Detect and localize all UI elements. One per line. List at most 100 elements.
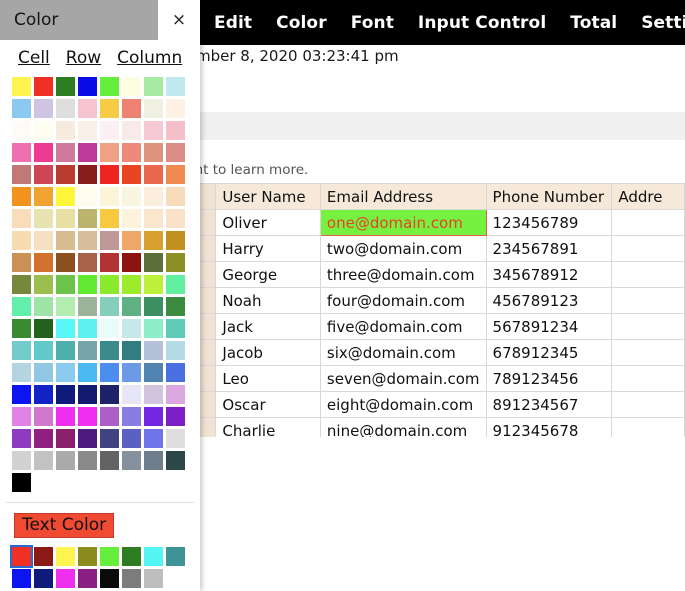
fill-swatch-95[interactable] — [166, 319, 185, 338]
table-cell[interactable]: George — [215, 261, 321, 288]
text-swatch-10[interactable] — [56, 569, 75, 588]
fill-swatch-139[interactable] — [78, 451, 97, 470]
fill-swatch-97[interactable] — [34, 341, 53, 360]
fill-swatch-1[interactable] — [34, 77, 53, 96]
fill-swatch-131[interactable] — [78, 429, 97, 448]
fill-swatch-96[interactable] — [12, 341, 31, 360]
fill-swatch-12[interactable] — [100, 99, 119, 118]
table-cell[interactable]: nine@domain.com — [319, 417, 487, 437]
fill-swatch-93[interactable] — [122, 319, 141, 338]
fill-swatch-127[interactable] — [166, 407, 185, 426]
fill-swatch-6[interactable] — [144, 77, 163, 96]
fill-swatch-120[interactable] — [12, 407, 31, 426]
fill-swatch-63[interactable] — [166, 231, 185, 250]
fill-swatch-117[interactable] — [122, 385, 141, 404]
panel-title-region[interactable]: Color — [0, 0, 158, 40]
text-swatch-0[interactable] — [10, 545, 33, 568]
fill-swatch-7[interactable] — [166, 77, 185, 96]
fill-swatch-101[interactable] — [122, 341, 141, 360]
fill-swatch-42[interactable] — [56, 187, 75, 206]
fill-swatch-66[interactable] — [56, 253, 75, 272]
fill-swatch-100[interactable] — [100, 341, 119, 360]
close-icon[interactable]: × — [158, 0, 200, 40]
fill-swatch-9[interactable] — [34, 99, 53, 118]
fill-swatch-119[interactable] — [166, 385, 185, 404]
fill-swatch-116[interactable] — [100, 385, 119, 404]
text-swatch-14[interactable] — [144, 569, 163, 588]
fill-swatch-43[interactable] — [78, 187, 97, 206]
text-swatch-3[interactable] — [78, 547, 97, 566]
fill-swatch-84[interactable] — [100, 297, 119, 316]
fill-swatch-129[interactable] — [34, 429, 53, 448]
fill-swatch-86[interactable] — [144, 297, 163, 316]
fill-swatch-21[interactable] — [122, 121, 141, 140]
text-swatch-11[interactable] — [78, 569, 97, 588]
fill-swatch-32[interactable] — [12, 165, 31, 184]
fill-swatch-38[interactable] — [144, 165, 163, 184]
table-cell[interactable] — [611, 365, 685, 392]
table-cell[interactable]: Jack — [215, 313, 321, 340]
fill-swatch-108[interactable] — [100, 363, 119, 382]
menu-item-edit[interactable]: Edit — [214, 13, 252, 33]
table-cell[interactable]: eight@domain.com — [319, 391, 487, 418]
fill-swatch-52[interactable] — [100, 209, 119, 228]
fill-swatch-24[interactable] — [12, 143, 31, 162]
fill-swatch-37[interactable] — [122, 165, 141, 184]
fill-swatch-8[interactable] — [12, 99, 31, 118]
table-cell[interactable]: seven@domain.com — [319, 365, 487, 392]
table-cell[interactable] — [611, 235, 685, 262]
fill-swatch-133[interactable] — [122, 429, 141, 448]
column-header-email-address[interactable]: Email Address — [319, 183, 487, 210]
fill-swatch-110[interactable] — [144, 363, 163, 382]
fill-swatch-92[interactable] — [100, 319, 119, 338]
fill-swatch-44[interactable] — [100, 187, 119, 206]
fill-swatch-64[interactable] — [12, 253, 31, 272]
fill-swatch-4[interactable] — [100, 77, 119, 96]
fill-swatch-78[interactable] — [144, 275, 163, 294]
fill-swatch-3[interactable] — [78, 77, 97, 96]
fill-swatch-39[interactable] — [166, 165, 185, 184]
fill-swatch-13[interactable] — [122, 99, 141, 118]
fill-swatch-60[interactable] — [100, 231, 119, 250]
table-cell[interactable]: Noah — [215, 287, 321, 314]
menu-item-input-control[interactable]: Input Control — [418, 13, 546, 33]
fill-swatch-144[interactable] — [12, 473, 31, 492]
table-cell[interactable]: 456789123 — [485, 287, 613, 314]
fill-swatch-17[interactable] — [34, 121, 53, 140]
fill-swatch-112[interactable] — [12, 385, 31, 404]
table-cell[interactable]: Leo — [215, 365, 321, 392]
fill-swatch-143[interactable] — [166, 451, 185, 470]
fill-swatch-27[interactable] — [78, 143, 97, 162]
fill-swatch-126[interactable] — [144, 407, 163, 426]
menu-item-settings[interactable]: Settings — [641, 13, 685, 33]
table-cell[interactable]: five@domain.com — [319, 313, 487, 340]
fill-swatch-5[interactable] — [122, 77, 141, 96]
table-cell[interactable]: 891234567 — [485, 391, 613, 418]
fill-swatch-49[interactable] — [34, 209, 53, 228]
fill-swatch-115[interactable] — [78, 385, 97, 404]
selected-table-cell[interactable]: one@domain.com — [319, 209, 487, 236]
table-cell[interactable]: 912345678 — [485, 417, 613, 437]
fill-swatch-68[interactable] — [100, 253, 119, 272]
fill-swatch-34[interactable] — [56, 165, 75, 184]
fill-swatch-22[interactable] — [144, 121, 163, 140]
fill-swatch-138[interactable] — [56, 451, 75, 470]
fill-swatch-90[interactable] — [56, 319, 75, 338]
fill-swatch-132[interactable] — [100, 429, 119, 448]
fill-swatch-14[interactable] — [144, 99, 163, 118]
column-header-address[interactable]: Addre — [611, 183, 685, 210]
fill-swatch-71[interactable] — [166, 253, 185, 272]
fill-swatch-26[interactable] — [56, 143, 75, 162]
fill-swatch-109[interactable] — [122, 363, 141, 382]
fill-swatch-59[interactable] — [78, 231, 97, 250]
fill-swatch-25[interactable] — [34, 143, 53, 162]
fill-swatch-130[interactable] — [56, 429, 75, 448]
fill-swatch-74[interactable] — [56, 275, 75, 294]
table-cell[interactable]: Harry — [215, 235, 321, 262]
fill-swatch-50[interactable] — [56, 209, 75, 228]
fill-swatch-137[interactable] — [34, 451, 53, 470]
table-cell[interactable]: six@domain.com — [319, 339, 487, 366]
fill-swatch-104[interactable] — [12, 363, 31, 382]
fill-swatch-18[interactable] — [56, 121, 75, 140]
tab-row[interactable]: Row — [66, 48, 101, 68]
